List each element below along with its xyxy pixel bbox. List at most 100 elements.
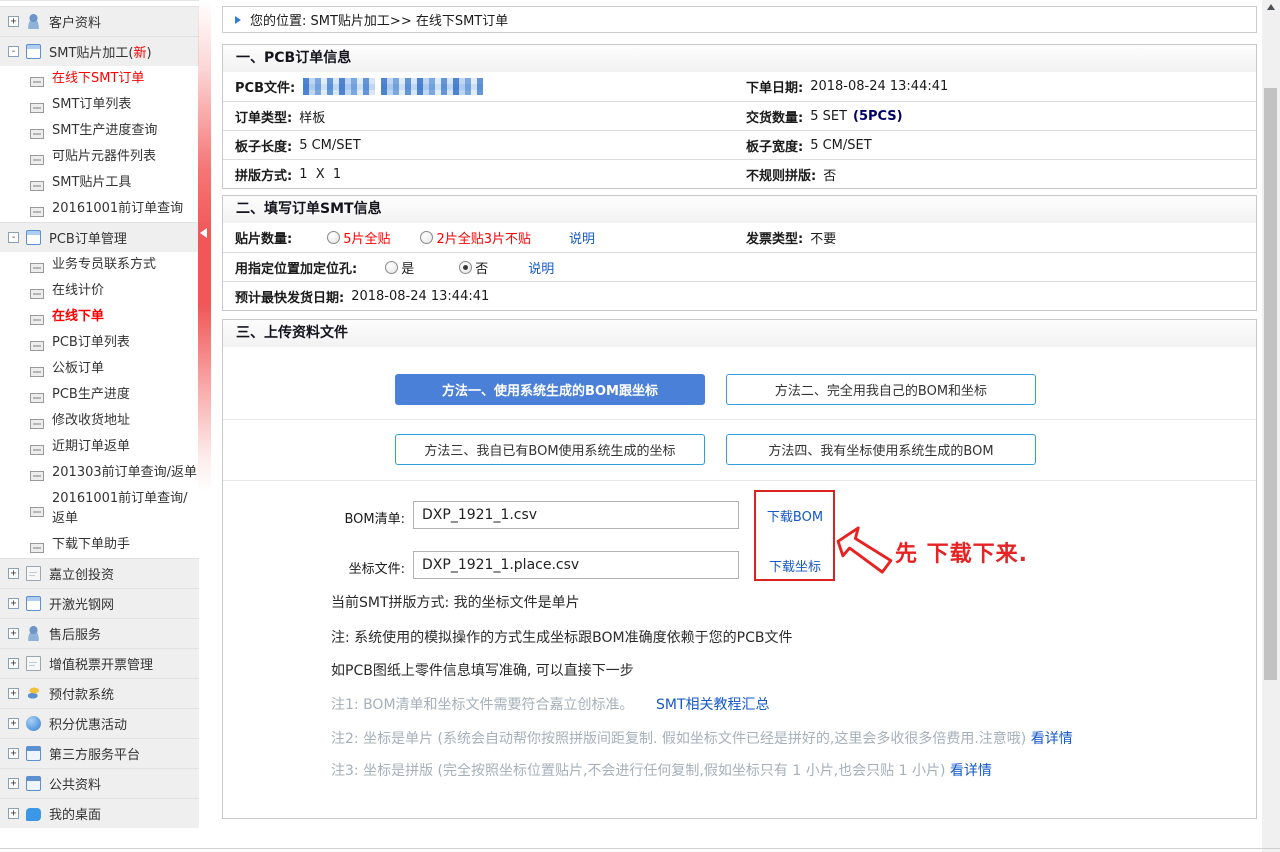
expand-plus-icon[interactable]: + <box>8 568 19 579</box>
sidebar-item-pcb-order-list[interactable]: PCB订单列表 <box>0 330 199 356</box>
sidebar-item-smt-order-list[interactable]: SMT订单列表 <box>0 92 199 118</box>
table-row: 贴片数量: 5片全贴 2片全贴3片不贴 说明 发票类型: 不要 <box>223 223 1256 252</box>
sidebar-item-smt-progress[interactable]: SMT生产进度查询 <box>0 118 199 144</box>
sidebar-item-pcb-progress[interactable]: PCB生产进度 <box>0 382 199 408</box>
sidebar-item-online-order[interactable]: 在线下单 <box>0 304 199 330</box>
expand-plus-icon[interactable]: + <box>8 718 19 729</box>
page-bottom-divider <box>0 848 1280 849</box>
method2-button[interactable]: 方法二、完全用我自己的BOM和坐标 <box>726 374 1036 405</box>
smt-qty-help-link[interactable]: 说明 <box>569 228 595 247</box>
sidebar-item-pre-20161001-reorder[interactable]: 20161001前订单查询/返单 <box>0 486 199 532</box>
breadcrumb: 您的位置: SMT贴片加工>> 在线下SMT订单 <box>222 6 1257 33</box>
expand-plus-icon[interactable]: + <box>8 16 19 27</box>
order-type-label: 订单类型: <box>235 107 292 126</box>
radio-all5[interactable] <box>327 231 340 244</box>
sidebar-group-label: SMT贴片加工(新) <box>49 42 152 61</box>
expand-plus-icon[interactable]: + <box>8 628 19 639</box>
sidebar-group-third-party-platform[interactable]: + 第三方服务平台 <box>0 738 199 768</box>
sidebar-group-vat-invoice[interactable]: + 增值税票开票管理 <box>0 648 199 678</box>
sidebar-item-label: SMT订单列表 <box>52 95 131 115</box>
collapse-minus-icon[interactable]: - <box>8 46 19 57</box>
sidebar-group-jlc-investment[interactable]: + 嘉立创投资 <box>0 558 199 588</box>
new-badge: 新 <box>133 46 146 61</box>
download-bom-link[interactable]: 下载BOM <box>763 506 827 525</box>
smt-tutorials-link[interactable]: SMT相关教程汇总 <box>656 697 770 713</box>
radio-yes[interactable] <box>385 261 398 274</box>
coord-file-label: 坐标文件: <box>325 558 405 577</box>
radio-yes-label[interactable]: 是 <box>401 258 414 277</box>
divider <box>223 419 1256 420</box>
expand-plus-icon[interactable]: + <box>8 658 19 669</box>
sidebar-item-label: PCB生产进度 <box>52 385 130 405</box>
document-icon <box>26 656 41 671</box>
sidebar-item-smt-tools[interactable]: SMT贴片工具 <box>0 170 199 196</box>
sidebar-item-pre-20161001-query[interactable]: 20161001前订单查询 <box>0 196 199 222</box>
sidebar-nav: + 客户资料 - SMT贴片加工(新) 在线下SMT订单 SMT订单列表 SMT… <box>0 0 199 852</box>
sidebar-item-recent-reorder[interactable]: 近期订单返单 <box>0 434 199 460</box>
sidebar-group-customer-info[interactable]: + 客户资料 <box>0 6 199 36</box>
annotation-arrow-icon <box>835 526 893 574</box>
note2-text: 注2: 坐标是单片 (系统会自动帮你按照拼版间距复制. 假如坐标文件已经是拼好的… <box>331 731 1026 747</box>
method1-button[interactable]: 方法一、使用系统生成的BOM跟坐标 <box>395 374 705 405</box>
download-coord-link[interactable]: 下载坐标 <box>763 556 827 575</box>
radio-all5-label[interactable]: 5片全贴 <box>343 228 390 247</box>
section3-title: 三、上传资料文件 <box>223 320 1256 347</box>
sidebar-group-label: 第三方服务平台 <box>49 744 140 763</box>
list-icon <box>30 471 44 481</box>
radio-2of5-label[interactable]: 2片全贴3片不贴 <box>436 228 531 247</box>
expand-plus-icon[interactable]: + <box>8 688 19 699</box>
list-icon <box>30 419 44 429</box>
radio-2of5[interactable] <box>420 231 433 244</box>
list-icon <box>30 103 44 113</box>
sidebar-item-online-smt-order[interactable]: 在线下SMT订单 <box>0 66 199 92</box>
note2-details-link[interactable]: 看详情 <box>1031 731 1073 747</box>
sidebar-group-after-sales[interactable]: + 售后服务 <box>0 618 199 648</box>
sidebar-group-laser-stencil[interactable]: + 开激光钢网 <box>0 588 199 618</box>
sidebar-group-smt-processing[interactable]: - SMT贴片加工(新) <box>0 36 199 66</box>
sidebar-item-public-board-order[interactable]: 公板订单 <box>0 356 199 382</box>
sidebar-item-pre-201303-query[interactable]: 201303前订单查询/返单 <box>0 460 199 486</box>
sidebar-group-prepay-system[interactable]: + 预付款系统 <box>0 678 199 708</box>
sidebar-group-points-promo[interactable]: + 积分优惠活动 <box>0 708 199 738</box>
scrollbar-thumb[interactable] <box>1264 88 1277 680</box>
sidebar-group-pcb-orders[interactable]: - PCB订单管理 <box>0 222 199 252</box>
module-icon <box>26 44 41 59</box>
list-icon <box>30 289 44 299</box>
sidebar-group-my-desktop[interactable]: + 我的桌面 <box>0 798 199 828</box>
expand-plus-icon[interactable]: + <box>8 598 19 609</box>
order-type-value: 样板 <box>299 107 325 126</box>
vertical-scrollbar[interactable] <box>1262 0 1280 852</box>
list-icon <box>30 207 44 217</box>
collapse-minus-icon[interactable]: - <box>8 232 19 243</box>
expand-plus-icon[interactable]: + <box>8 748 19 759</box>
note3-details-link[interactable]: 看详情 <box>950 763 992 779</box>
radio-no-label[interactable]: 否 <box>475 258 488 277</box>
sidebar-item-contact-specialist[interactable]: 业务专员联系方式 <box>0 252 199 278</box>
sidebar-item-download-order-helper[interactable]: 下载下单助手 <box>0 532 199 558</box>
invoice-label: 发票类型: <box>746 228 803 247</box>
sidebar-item-component-list[interactable]: 可贴片元器件列表 <box>0 144 199 170</box>
locating-hole-help-link[interactable]: 说明 <box>528 258 554 277</box>
method3-button[interactable]: 方法三、我自已有BOM使用系统生成的坐标 <box>395 434 705 465</box>
expand-plus-icon[interactable]: + <box>8 808 19 819</box>
bom-list-label: BOM清单: <box>325 508 405 527</box>
sidebar-item-label: 在线下单 <box>52 307 104 327</box>
sidebar-item-label: 在线下SMT订单 <box>52 69 144 89</box>
sidebar-collapse-handle[interactable] <box>198 0 211 492</box>
scrollbar-up-arrow-icon[interactable] <box>1267 4 1275 10</box>
sidebar-item-label: 可贴片元器件列表 <box>52 147 156 167</box>
bom-file-input[interactable] <box>413 501 739 529</box>
person-icon <box>26 14 41 29</box>
sidebar-item-change-address[interactable]: 修改收货地址 <box>0 408 199 434</box>
board-length-label: 板子长度: <box>235 136 292 155</box>
order-date-value: 2018-08-24 13:44:41 <box>810 79 948 94</box>
smt-qty-label: 贴片数量: <box>235 228 292 247</box>
sidebar-group-public-resources[interactable]: + 公共资料 <box>0 768 199 798</box>
sidebar-group-label: PCB订单管理 <box>49 228 127 247</box>
method4-button[interactable]: 方法四、我有坐标使用系统生成的BOM <box>726 434 1036 465</box>
radio-no[interactable] <box>459 261 472 274</box>
sidebar-item-online-quote[interactable]: 在线计价 <box>0 278 199 304</box>
expand-plus-icon[interactable]: + <box>8 778 19 789</box>
coord-file-input[interactable] <box>413 551 739 579</box>
smt-info-panel: 二、填写订单SMT信息 贴片数量: 5片全贴 2片全贴3片不贴 说明 发票类型:… <box>222 195 1257 311</box>
